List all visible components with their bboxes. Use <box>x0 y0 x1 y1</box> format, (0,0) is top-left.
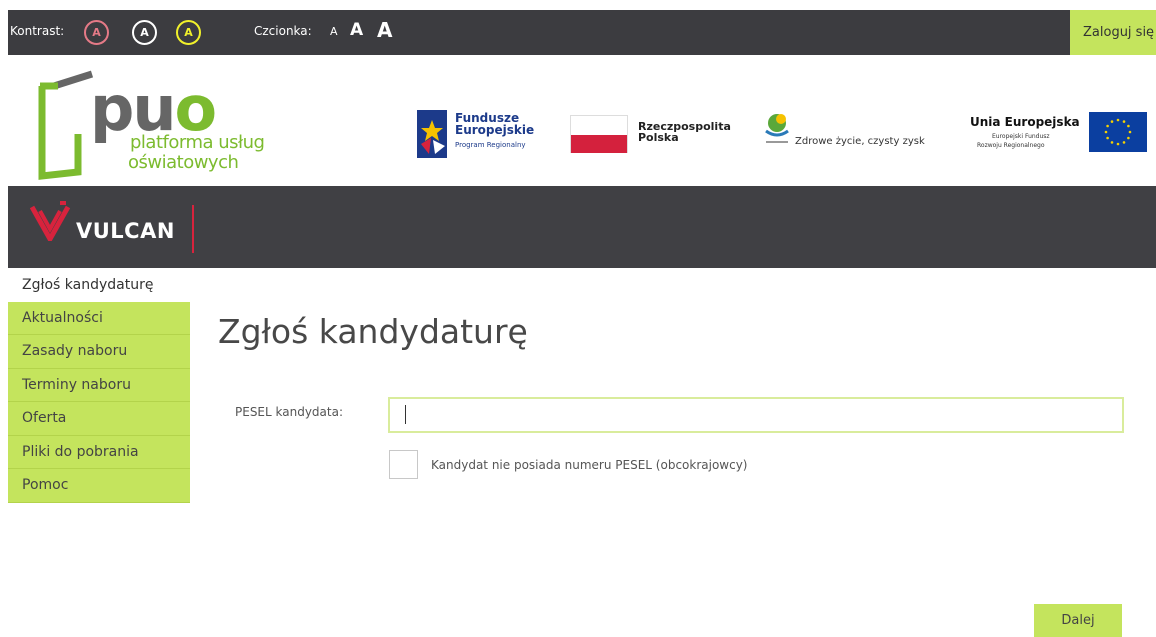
pesel-input[interactable] <box>388 397 1124 433</box>
sidebar-item-pomoc[interactable]: Pomoc <box>8 469 190 503</box>
text-caret <box>405 405 406 424</box>
sidebar-item-oferta[interactable]: Oferta <box>8 402 190 436</box>
region-slogan: Zdrowe życie, czysty zysk <box>795 136 925 147</box>
sidebar-item-pliki-do-pobrania[interactable]: Pliki do pobrania <box>8 435 190 469</box>
font-size-label: Czcionka: <box>254 24 312 38</box>
fundusze-europejskie-logo: Fundusze Europejskie Program Regionalny <box>417 110 557 158</box>
poland-flag-icon <box>570 115 628 153</box>
region-leaf-icon <box>765 114 789 143</box>
font-small-button[interactable]: A <box>330 25 338 38</box>
fe-star-icon <box>417 110 447 158</box>
page-title: Zgłoś kandydaturę <box>218 312 528 351</box>
top-bar: Kontrast: A A A Czcionka: A A A Zaloguj … <box>8 10 1156 55</box>
eu-flag-icon <box>1089 112 1147 152</box>
puo-logo[interactable]: puo platforma usług oświatowych <box>34 68 274 180</box>
vulcan-bar: VULCAN <box>8 186 1156 268</box>
vulcan-logo-icon <box>30 201 70 241</box>
vulcan-separator <box>192 205 194 253</box>
sidebar-menu: Zgłoś kandydaturę Aktualności Zasady nab… <box>8 268 190 503</box>
rp-label-2: Polska <box>638 131 679 144</box>
contrast-label: Kontrast: <box>10 24 65 38</box>
sidebar-item-zasady-naboru[interactable]: Zasady naboru <box>8 335 190 369</box>
contrast-default-button[interactable]: A <box>84 20 109 45</box>
sidebar-item-terminy-naboru[interactable]: Terminy naboru <box>8 368 190 402</box>
contrast-yellow-button[interactable]: A <box>176 20 201 45</box>
sidebar-item-aktualnosci[interactable]: Aktualności <box>8 301 190 335</box>
puo-wordmark: puo <box>90 72 217 145</box>
font-large-button[interactable]: A <box>377 18 392 42</box>
contrast-dark-button[interactable]: A <box>132 20 157 45</box>
next-button[interactable]: Dalej <box>1034 604 1122 637</box>
puo-tagline-2: oświatowych <box>128 152 239 173</box>
puo-tagline-1: platforma usług <box>130 132 265 153</box>
vulcan-wordmark: VULCAN <box>76 219 175 243</box>
sidebar-item-zglos-kandydature[interactable]: Zgłoś kandydaturę <box>8 268 190 302</box>
eu-label: Unia Europejska <box>970 115 1080 129</box>
eu-sublabel-1: Europejski Fundusz <box>992 133 1050 140</box>
eu-sublabel-2: Rozwoju Regionalnego <box>977 142 1045 149</box>
font-medium-button[interactable]: A <box>350 20 363 40</box>
puo-frame-icon <box>38 70 94 180</box>
pesel-label: PESEL kandydata: <box>235 405 344 419</box>
no-pesel-checkbox-label[interactable]: Kandydat nie posiada numeru PESEL (obcok… <box>431 458 748 472</box>
no-pesel-checkbox[interactable] <box>389 450 418 479</box>
login-button[interactable]: Zaloguj się <box>1070 10 1156 55</box>
